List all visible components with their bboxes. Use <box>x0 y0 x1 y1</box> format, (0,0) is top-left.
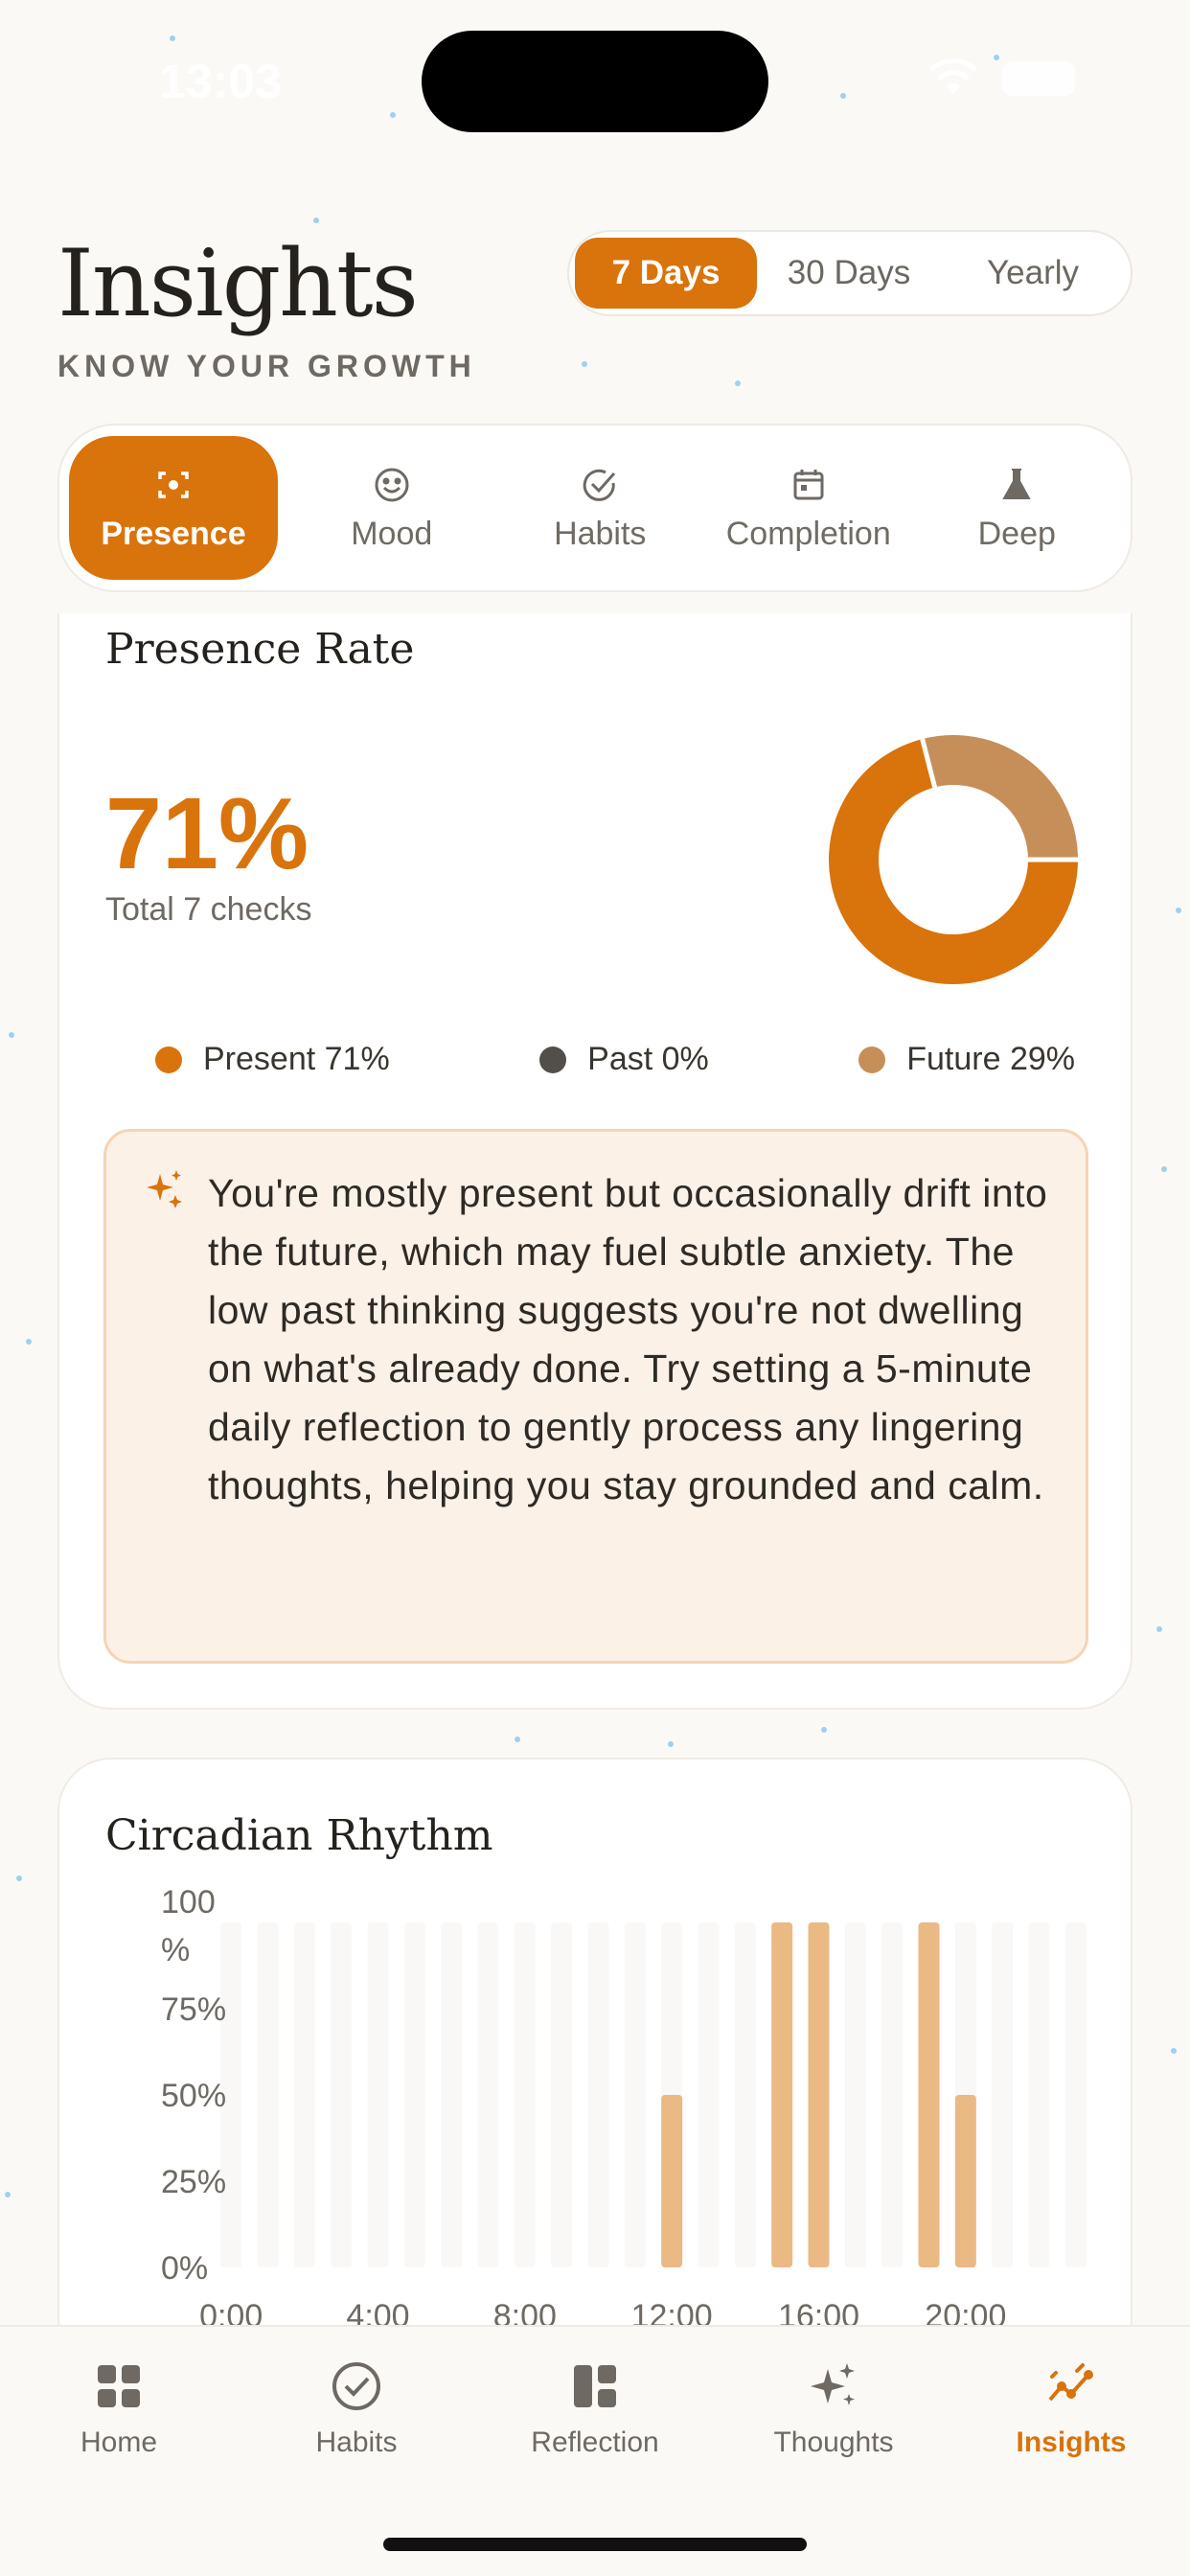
y-tick-label: 50% <box>161 2078 226 2114</box>
page-title: Insights <box>57 230 419 337</box>
bar-hour-12 <box>661 2095 683 2267</box>
bar-track <box>881 1922 904 2267</box>
legend-future: Future 29% <box>858 1041 1075 1078</box>
bar-track <box>1028 1922 1050 2267</box>
legend-past: Past 0% <box>539 1041 709 1078</box>
layout-icon <box>574 2365 616 2407</box>
nav-home[interactable]: Home <box>23 2359 215 2459</box>
bar-track <box>514 1922 536 2267</box>
nav-thoughts[interactable]: Thoughts <box>738 2359 929 2459</box>
sparkle-icon <box>147 1170 182 1208</box>
insight-tabs: Presence Mood Habits Completion Deep <box>57 424 1133 592</box>
range-option-7-days[interactable]: 7 Days <box>575 238 757 309</box>
wifi-icon <box>929 59 977 94</box>
range-selector: 7 Days 30 Days Yearly <box>567 230 1133 316</box>
nav-label: Habits <box>315 2426 398 2458</box>
y-tick-label: 100 <box>161 1884 216 1920</box>
total-checks: Total 7 checks <box>105 891 312 928</box>
home-indicator <box>383 2538 807 2551</box>
bar-track <box>624 1922 646 2267</box>
tab-label: Deep <box>977 515 1056 552</box>
battery-icon <box>1002 61 1075 96</box>
presence-donut-chart <box>829 735 1078 984</box>
focus-icon <box>158 471 189 498</box>
bar-hour-16 <box>808 1922 830 2267</box>
nav-label: Thoughts <box>773 2426 894 2458</box>
tab-mood[interactable]: Mood <box>287 436 496 580</box>
circadian-card-title: Circadian Rhythm <box>105 1811 493 1860</box>
status-bar: 13:03 <box>0 0 1190 153</box>
legend-dot-future <box>858 1046 886 1073</box>
nav-label: Home <box>80 2426 158 2458</box>
nav-label: Reflection <box>531 2426 659 2458</box>
bar-track <box>293 1922 315 2267</box>
bar-track <box>587 1922 609 2267</box>
circadian-bar-chart: 100%75%50%25%0%0:00 4:00 8:00 12:00 16:00 20:… <box>161 1884 1087 2334</box>
donut-slice-future <box>922 735 1078 861</box>
tab-completion[interactable]: Completion <box>704 436 913 580</box>
y-tick-label: 75% <box>161 1991 226 2028</box>
nav-insights[interactable]: Insights <box>975 2359 1167 2459</box>
tab-label: Mood <box>351 515 433 552</box>
bar-track <box>551 1922 573 2267</box>
page-subtitle: KNOW YOUR GROWTH <box>57 349 476 383</box>
bar-hour-20 <box>954 2095 976 2267</box>
presence-percent: 71% <box>105 777 309 890</box>
ai-insight-box: You're mostly present but occasionally d… <box>103 1129 1088 1664</box>
tab-habits[interactable]: Habits <box>496 436 705 580</box>
check-circle-icon <box>332 2362 380 2410</box>
tab-label: Presence <box>101 515 246 552</box>
y-tick-label: 0% <box>161 2250 208 2287</box>
y-tick-label: % <box>161 1932 190 1968</box>
bar-hour-15 <box>771 1922 793 2267</box>
flask-icon <box>1002 468 1031 499</box>
tab-label: Completion <box>725 515 891 552</box>
circadian-rhythm-card: Circadian Rhythm 100% 75% 50% 25% 0% 0:00 4:00… <box>57 1758 1133 2371</box>
bar-track <box>477 1922 499 2267</box>
range-option-yearly[interactable]: Yearly <box>941 238 1125 309</box>
legend-dot-past <box>539 1046 567 1073</box>
bar-track <box>331 1922 353 2267</box>
page-header: Insights KNOW YOUR GROWTH <box>57 230 476 384</box>
tab-deep[interactable]: Deep <box>913 436 1122 580</box>
range-option-30-days[interactable]: 30 Days <box>757 238 941 309</box>
dynamic-island <box>422 31 768 132</box>
legend-present: Present 71% <box>155 1041 390 1078</box>
nav-habits[interactable]: Habits <box>261 2359 452 2459</box>
trend-icon <box>1048 2363 1093 2402</box>
bar-track <box>992 1922 1014 2267</box>
presence-rate-card: Presence Rate 71% Total 7 checks Present… <box>57 613 1133 1710</box>
legend-label: Future 29% <box>906 1041 1075 1077</box>
status-time: 13:03 <box>159 55 282 108</box>
bar-track <box>698 1922 720 2267</box>
presence-legend: Present 71% Past 0% Future 29% <box>155 1041 1075 1078</box>
y-tick-label: 25% <box>161 2164 226 2200</box>
tab-label: Habits <box>554 515 647 552</box>
legend-dot-present <box>155 1046 182 1073</box>
calendar-icon <box>793 469 824 499</box>
tab-presence[interactable]: Presence <box>69 436 278 580</box>
insight-text: You're mostly present but occasionally d… <box>208 1171 1048 1507</box>
status-icons <box>927 59 1075 98</box>
bar-track <box>1064 1922 1087 2267</box>
bar-track <box>257 1922 279 2267</box>
bar-track <box>403 1922 425 2267</box>
nav-reflection[interactable]: Reflection <box>499 2359 691 2459</box>
sparkles-icon <box>811 2363 855 2405</box>
bar-track <box>441 1922 463 2267</box>
presence-card-title: Presence Rate <box>105 625 415 674</box>
legend-label: Present 71% <box>203 1041 390 1077</box>
smiley-icon <box>375 468 409 501</box>
bar-track <box>367 1922 389 2267</box>
nav-label: Insights <box>1016 2426 1127 2458</box>
bar-hour-19 <box>918 1922 940 2267</box>
check-circle-icon <box>584 469 616 501</box>
bar-track <box>844 1922 866 2267</box>
legend-label: Past 0% <box>587 1041 709 1077</box>
grid-icon <box>98 2365 140 2407</box>
bar-track <box>734 1922 756 2267</box>
